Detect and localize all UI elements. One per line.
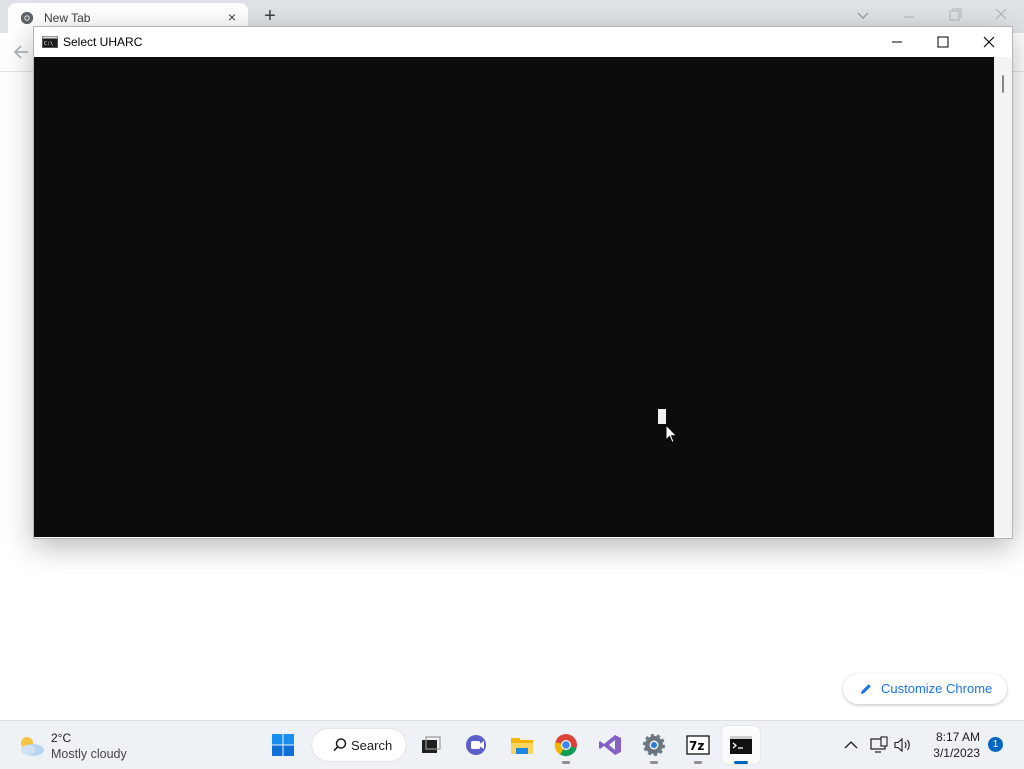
tab-close-icon[interactable]: × bbox=[224, 9, 240, 25]
search-label: Search bbox=[351, 738, 393, 753]
weather-widget[interactable]: 2°C Mostly cloudy bbox=[16, 729, 176, 763]
clock-date: 3/1/2023 bbox=[933, 746, 980, 760]
clock[interactable]: 8:17 AM 3/1/2023 bbox=[920, 729, 980, 763]
running-indicator bbox=[562, 761, 570, 764]
video-call-icon bbox=[466, 735, 486, 755]
running-indicator bbox=[694, 761, 702, 764]
clock-time: 8:17 AM bbox=[935, 730, 980, 744]
settings-button[interactable] bbox=[635, 726, 673, 764]
chrome-taskbar-button[interactable] bbox=[547, 726, 585, 764]
svg-text:C:\: C:\ bbox=[44, 41, 53, 47]
chrome-icon bbox=[20, 11, 34, 25]
maximize-icon[interactable] bbox=[920, 27, 966, 57]
notification-badge[interactable]: 1 bbox=[988, 737, 1003, 752]
taskbar-search-button[interactable]: Search bbox=[312, 729, 406, 761]
visual-studio-button[interactable] bbox=[591, 726, 629, 764]
terminal-icon bbox=[730, 736, 752, 754]
visual-studio-icon bbox=[599, 735, 621, 755]
back-arrow-icon[interactable] bbox=[10, 42, 32, 62]
meet-button[interactable] bbox=[458, 726, 496, 764]
chrome-restore-icon[interactable] bbox=[943, 4, 967, 26]
customize-chrome-label: Customize Chrome bbox=[881, 681, 993, 696]
windows-logo-icon bbox=[272, 734, 294, 756]
console-title-bar[interactable]: C:\ Select UHARC bbox=[34, 27, 1012, 57]
taskbar: 2°C Mostly cloudy Search 7z 8:17 AM 3/1/… bbox=[0, 720, 1024, 769]
start-button[interactable] bbox=[264, 726, 302, 764]
pencil-icon bbox=[861, 684, 871, 694]
new-tab-button[interactable]: + bbox=[260, 6, 280, 26]
text-cursor bbox=[658, 409, 666, 424]
folder-icon bbox=[511, 738, 533, 754]
window-title: Select UHARC bbox=[63, 35, 143, 49]
console-window: C:\ Select UHARC bbox=[33, 26, 1013, 539]
7zip-button[interactable]: 7z bbox=[679, 726, 717, 764]
chrome-minimize-icon[interactable] bbox=[897, 4, 921, 26]
search-icon bbox=[333, 738, 347, 752]
terminal-icon: C:\ bbox=[42, 36, 58, 48]
volume-icon[interactable] bbox=[893, 735, 913, 755]
task-view-button[interactable] bbox=[412, 726, 450, 764]
active-indicator bbox=[734, 761, 748, 764]
close-icon[interactable] bbox=[966, 27, 1012, 57]
customize-chrome-button[interactable]: Customize Chrome bbox=[843, 674, 1007, 704]
command-prompt-button[interactable] bbox=[722, 726, 760, 764]
weather-condition: Mostly cloudy bbox=[51, 747, 127, 761]
chrome-close-icon[interactable] bbox=[989, 4, 1013, 26]
7zip-label: 7z bbox=[689, 739, 704, 753]
file-explorer-button[interactable] bbox=[503, 726, 541, 764]
network-icon[interactable] bbox=[869, 735, 889, 755]
running-indicator bbox=[650, 761, 658, 764]
cloud-sun-icon bbox=[21, 737, 44, 756]
scrollbar-thumb[interactable] bbox=[1002, 75, 1004, 93]
gear-icon bbox=[643, 734, 665, 756]
vertical-scrollbar[interactable] bbox=[994, 57, 1012, 537]
chrome-icon bbox=[554, 734, 577, 757]
console-output-area[interactable] bbox=[34, 57, 994, 537]
7zip-icon: 7z bbox=[686, 735, 710, 755]
minimize-icon[interactable] bbox=[874, 27, 920, 57]
tab-search-chevron-icon[interactable] bbox=[854, 6, 872, 24]
tab-title: New Tab bbox=[44, 11, 91, 25]
chevron-up-icon[interactable] bbox=[841, 735, 861, 755]
task-view-icon bbox=[422, 736, 441, 753]
mouse-pointer-icon bbox=[665, 424, 678, 444]
weather-temperature: 2°C bbox=[51, 731, 72, 745]
